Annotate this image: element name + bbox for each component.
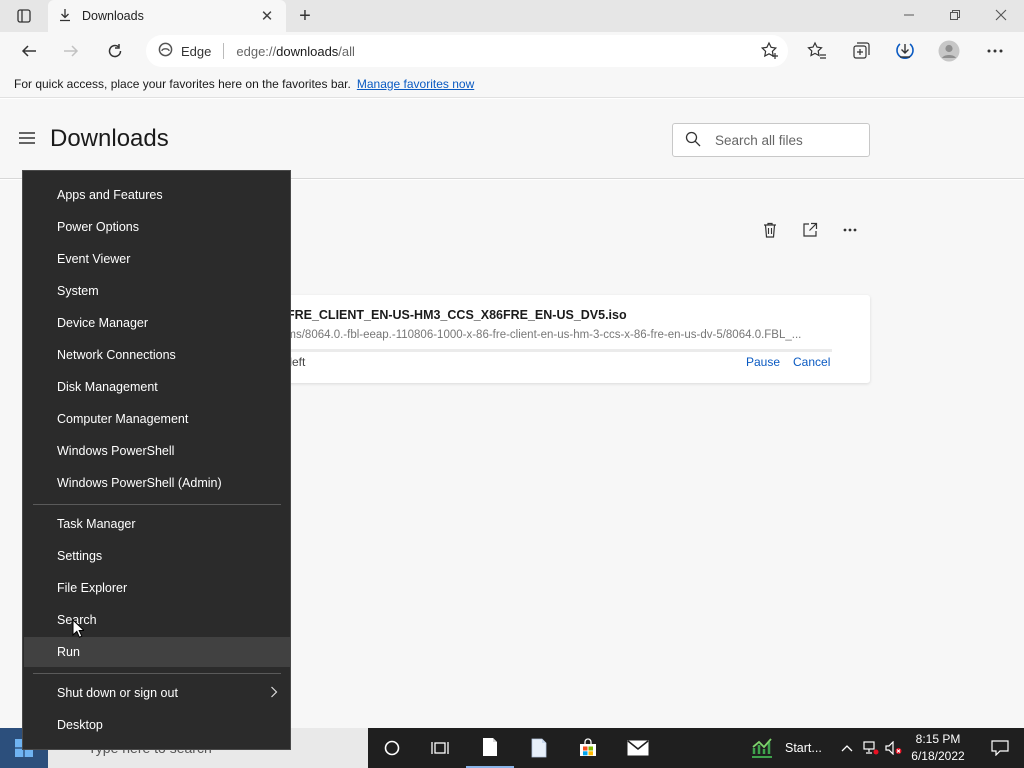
page-title: Downloads xyxy=(50,125,169,152)
browser-toolbar: Edge edge://downloads/all xyxy=(0,32,1024,70)
volume-muted-icon[interactable] xyxy=(883,728,905,768)
clock-time: 8:15 PM xyxy=(915,732,961,746)
menu-divider xyxy=(33,504,281,505)
menu-item-windows-powershell[interactable]: Windows PowerShell xyxy=(24,436,290,466)
back-icon[interactable] xyxy=(14,36,44,66)
url-text: edge://downloads/all xyxy=(236,44,355,59)
url-host: downloads xyxy=(276,43,339,59)
minimize-button[interactable] xyxy=(886,0,932,30)
new-tab-icon[interactable]: + xyxy=(292,4,318,28)
site-name: Edge xyxy=(181,43,212,59)
mail-icon[interactable] xyxy=(614,728,662,768)
menu-item-settings[interactable]: Settings xyxy=(24,541,290,571)
address-bar[interactable]: Edge edge://downloads/all xyxy=(146,35,788,67)
downloads-toolbar-icon[interactable] xyxy=(892,39,918,63)
close-window-button[interactable] xyxy=(978,0,1024,30)
favorites-bar: For quick access, place your favorites h… xyxy=(0,70,1024,98)
downloads-header: Downloads xyxy=(0,99,1024,179)
system-clock[interactable]: 8:15 PM 6/18/2022 xyxy=(906,731,970,765)
url-path: /all xyxy=(338,43,355,59)
taskbar-notepad-icon[interactable] xyxy=(466,728,514,768)
download-source-url[interactable]: ems/8064.0.-fbl-eeap.-110806-1000-x-86-f… xyxy=(280,329,832,341)
taskbar-document-icon[interactable] xyxy=(515,728,563,768)
cortana-icon[interactable] xyxy=(368,728,416,768)
edge-logo-icon xyxy=(158,42,173,60)
chevron-right-icon xyxy=(270,686,278,701)
search-downloads-box[interactable] xyxy=(672,123,870,157)
tab-downloads[interactable]: Downloads ✕ xyxy=(48,0,286,32)
refresh-icon[interactable] xyxy=(100,36,130,66)
menu-item-run[interactable]: Run xyxy=(24,637,290,667)
close-tab-icon[interactable]: ✕ xyxy=(258,7,276,25)
favorites-icon[interactable] xyxy=(804,39,830,63)
menu-divider xyxy=(33,673,281,674)
notifications-icon[interactable] xyxy=(976,728,1024,768)
open-folder-icon[interactable] xyxy=(796,218,824,242)
menu-item-disk-management[interactable]: Disk Management xyxy=(24,372,290,402)
download-progress-bar xyxy=(280,349,832,352)
search-icon xyxy=(685,131,701,150)
forward-icon[interactable] xyxy=(56,36,86,66)
winx-context-menu: Apps and Features Power Options Event Vi… xyxy=(22,170,291,750)
hamburger-menu-icon[interactable] xyxy=(18,131,36,148)
task-view-icon[interactable] xyxy=(416,728,464,768)
stock-chart-app-icon[interactable] xyxy=(744,728,780,768)
search-input[interactable] xyxy=(715,132,865,148)
menu-item-windows-powershell-admin[interactable]: Windows PowerShell (Admin) xyxy=(24,468,290,498)
manage-favorites-link[interactable]: Manage favorites now xyxy=(357,77,474,91)
delete-all-icon[interactable] xyxy=(756,218,784,242)
menu-item-network-connections[interactable]: Network Connections xyxy=(24,340,290,370)
url-prefix: edge:// xyxy=(236,43,277,59)
network-icon[interactable] xyxy=(860,728,882,768)
download-file-name[interactable]: 6FRE_CLIENT_EN-US-HM3_CCS_X86FRE_EN-US_D… xyxy=(280,308,627,322)
tab-actions-icon[interactable] xyxy=(8,6,40,26)
menu-item-desktop[interactable]: Desktop xyxy=(24,710,290,740)
clock-date: 6/18/2022 xyxy=(911,749,965,763)
download-icon xyxy=(58,8,72,25)
store-icon[interactable] xyxy=(564,728,612,768)
shut-down-label: Shut down or sign out xyxy=(57,686,178,700)
downloads-more-icon[interactable] xyxy=(836,218,864,242)
more-options-icon[interactable] xyxy=(982,39,1008,63)
menu-item-device-manager[interactable]: Device Manager xyxy=(24,308,290,338)
tab-title: Downloads xyxy=(82,9,144,23)
chevron-up-icon[interactable] xyxy=(836,728,858,768)
menu-item-shut-down-or-sign-out[interactable]: Shut down or sign out xyxy=(24,678,290,708)
restore-button[interactable] xyxy=(932,0,978,30)
menu-item-computer-management[interactable]: Computer Management xyxy=(24,404,290,434)
tab-bar: Downloads ✕ + xyxy=(0,0,1024,32)
profile-avatar[interactable] xyxy=(936,39,962,63)
menu-item-apps-and-features[interactable]: Apps and Features xyxy=(24,180,290,210)
download-item: 6FRE_CLIENT_EN-US-HM3_CCS_X86FRE_EN-US_D… xyxy=(240,295,870,383)
menu-item-search[interactable]: Search xyxy=(24,605,290,635)
collections-icon[interactable] xyxy=(848,39,874,63)
address-divider xyxy=(223,43,225,59)
cancel-button[interactable]: Cancel xyxy=(793,355,830,369)
favorites-bar-message: For quick access, place your favorites h… xyxy=(14,76,351,91)
menu-item-power-options[interactable]: Power Options xyxy=(24,212,290,242)
mouse-cursor-icon xyxy=(72,618,86,641)
add-favorite-icon[interactable] xyxy=(760,41,780,64)
pause-button[interactable]: Pause xyxy=(746,355,780,369)
menu-item-event-viewer[interactable]: Event Viewer xyxy=(24,244,290,274)
taskbar-app-label[interactable]: Start... xyxy=(785,741,822,755)
menu-item-file-explorer[interactable]: File Explorer xyxy=(24,573,290,603)
menu-item-task-manager[interactable]: Task Manager xyxy=(24,509,290,539)
menu-item-system[interactable]: System xyxy=(24,276,290,306)
